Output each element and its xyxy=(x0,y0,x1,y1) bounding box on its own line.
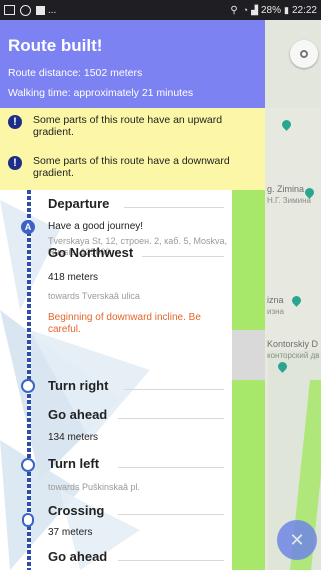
map-label: Kontorskiy D xyxy=(267,339,319,349)
divider xyxy=(118,418,224,419)
image-icon xyxy=(4,5,15,15)
map-gray-block xyxy=(232,330,265,380)
step-distance: 134 meters xyxy=(48,432,99,443)
walk-icon[interactable]: ✕ xyxy=(277,520,317,560)
divider xyxy=(124,389,224,390)
warning-upward: ! Some parts of this route have an upwar… xyxy=(0,108,265,149)
crossing-marker xyxy=(22,513,34,527)
signal-icon: ▟ xyxy=(251,4,258,15)
warning-downward: ! Some parts of this route have a downwa… xyxy=(0,149,265,190)
more-notifications: ... xyxy=(48,4,57,16)
map-label: конторский дв xyxy=(267,351,320,360)
status-bar: ... ⚲ ◔ ▟ 28% ▮ 22:22 xyxy=(0,0,321,20)
turn-marker xyxy=(21,379,35,393)
map-label: g. Zimina xyxy=(267,184,305,194)
step-title: Go Northwest xyxy=(48,245,134,260)
warning-text: Some parts of this route have an upward … xyxy=(33,114,223,138)
info-icon: ! xyxy=(8,156,22,170)
step-title: Go ahead xyxy=(48,407,108,422)
battery-level: 28% xyxy=(261,4,282,16)
info-icon: ! xyxy=(8,115,22,129)
step-title: Turn right xyxy=(48,378,109,393)
step-title: Go ahead xyxy=(48,549,108,564)
step-direction: towards Tverskaâ ulica xyxy=(48,291,140,301)
map-label: Н.Г. Зимина xyxy=(267,196,311,205)
turn-marker xyxy=(21,458,35,472)
route-header: Route built! Route distance: 1502 meters… xyxy=(0,20,265,108)
divider xyxy=(118,560,224,561)
step-direction: towards Puškinskaâ pl. xyxy=(48,482,141,492)
divider xyxy=(118,514,224,515)
step-text: Have a good journey! xyxy=(48,221,144,232)
step-title: Crossing xyxy=(48,503,105,518)
flipboard-icon xyxy=(36,5,45,15)
directions-list[interactable]: Departure A Have a good journey! Tverska… xyxy=(0,190,232,570)
walking-time: Walking time: approximately 21 minutes xyxy=(8,87,194,99)
step-title: Departure xyxy=(48,196,110,211)
divider xyxy=(118,467,224,468)
warning-text: Some parts of this route have a downward… xyxy=(33,155,230,179)
map-label: izna xyxy=(267,295,284,305)
map-green-road xyxy=(232,190,265,570)
map-label: изна xyxy=(267,307,285,316)
battery-icon: ▮ xyxy=(284,4,289,15)
step-title: Turn left xyxy=(48,456,100,471)
wifi-icon: ◔ xyxy=(242,5,249,15)
route-title: Route built! xyxy=(8,36,103,55)
step-distance: 37 meters xyxy=(48,527,93,538)
clock: 22:22 xyxy=(291,4,317,16)
incline-warning: Beginning of downward incline. Be carefu… xyxy=(48,312,201,335)
compass-icon[interactable] xyxy=(290,40,318,68)
step-distance: 418 meters xyxy=(48,272,99,283)
divider xyxy=(124,207,224,208)
divider xyxy=(142,256,224,257)
route-distance: Route distance: 1502 meters xyxy=(8,67,143,79)
start-marker: A xyxy=(21,220,35,234)
whatsapp-icon xyxy=(20,4,31,16)
location-icon: ⚲ xyxy=(230,4,238,16)
